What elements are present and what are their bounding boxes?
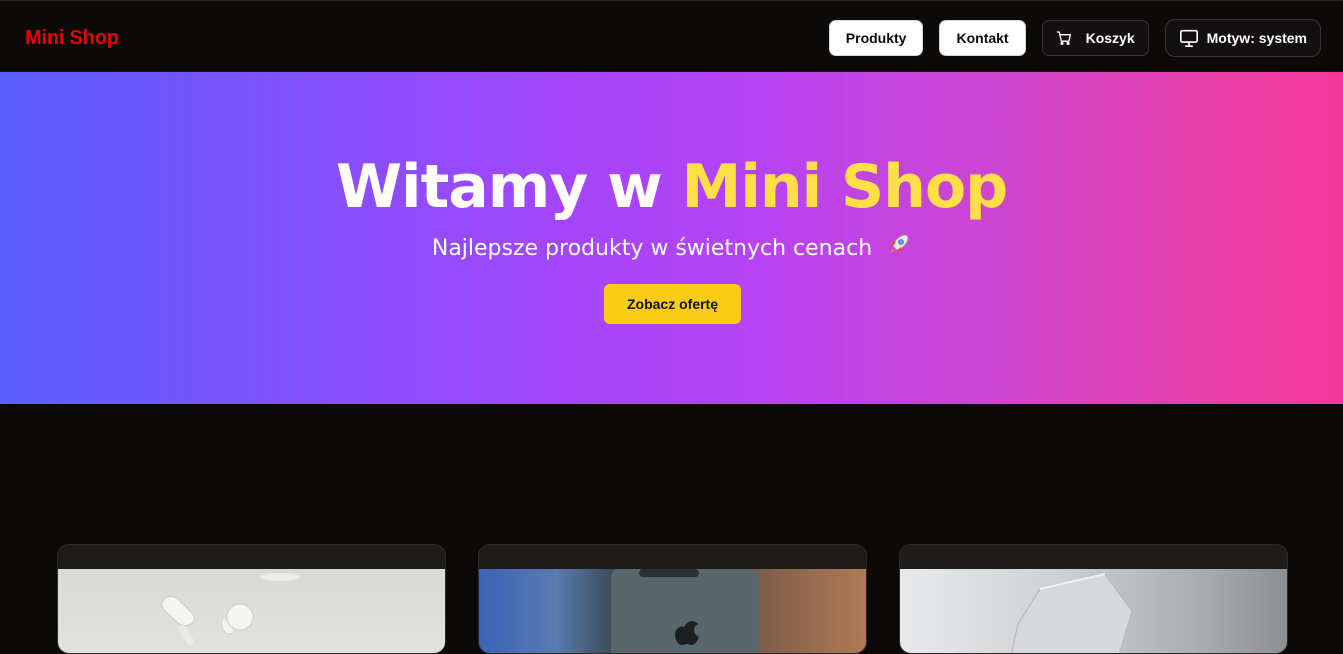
hero-subtitle: Najlepsze produkty w świetnych cenach — [0, 232, 1343, 264]
product-card[interactable] — [57, 544, 446, 654]
hero-title-accent: Mini Shop — [681, 152, 1009, 222]
main-nav: Produkty Kontakt Koszyk Motyw: system — [828, 19, 1321, 57]
nav-products-button[interactable]: Produkty — [828, 20, 924, 56]
see-offer-button[interactable]: Zobacz ofertę — [604, 284, 741, 324]
cart-button[interactable]: Koszyk — [1041, 20, 1149, 56]
cart-label: Koszyk — [1085, 30, 1135, 46]
theme-toggle-button[interactable]: Motyw: system — [1164, 19, 1321, 57]
product-card[interactable] — [478, 544, 867, 654]
theme-label: Motyw: system — [1206, 30, 1307, 46]
hero-banner: Witamy w Mini Shop Najlepsze produkty w … — [0, 72, 1343, 404]
product-image-laptop[interactable] — [900, 569, 1287, 653]
hero-title-prefix: Witamy w — [335, 152, 682, 222]
product-card[interactable] — [899, 544, 1288, 654]
product-image-phone[interactable] — [479, 569, 866, 653]
hero-title: Witamy w Mini Shop — [0, 152, 1343, 222]
cart-icon — [1056, 30, 1072, 46]
monitor-icon — [1179, 29, 1199, 47]
rocket-icon — [885, 232, 911, 264]
hero-subtitle-text: Najlepsze produkty w świetnych cenach — [431, 236, 873, 261]
site-logo[interactable]: Mini Shop — [25, 27, 119, 50]
nav-contact-button[interactable]: Kontakt — [939, 20, 1026, 56]
site-header: Mini Shop Produkty Kontakt Koszyk Motyw:… — [0, 0, 1343, 72]
product-image-earbuds[interactable] — [58, 569, 445, 653]
